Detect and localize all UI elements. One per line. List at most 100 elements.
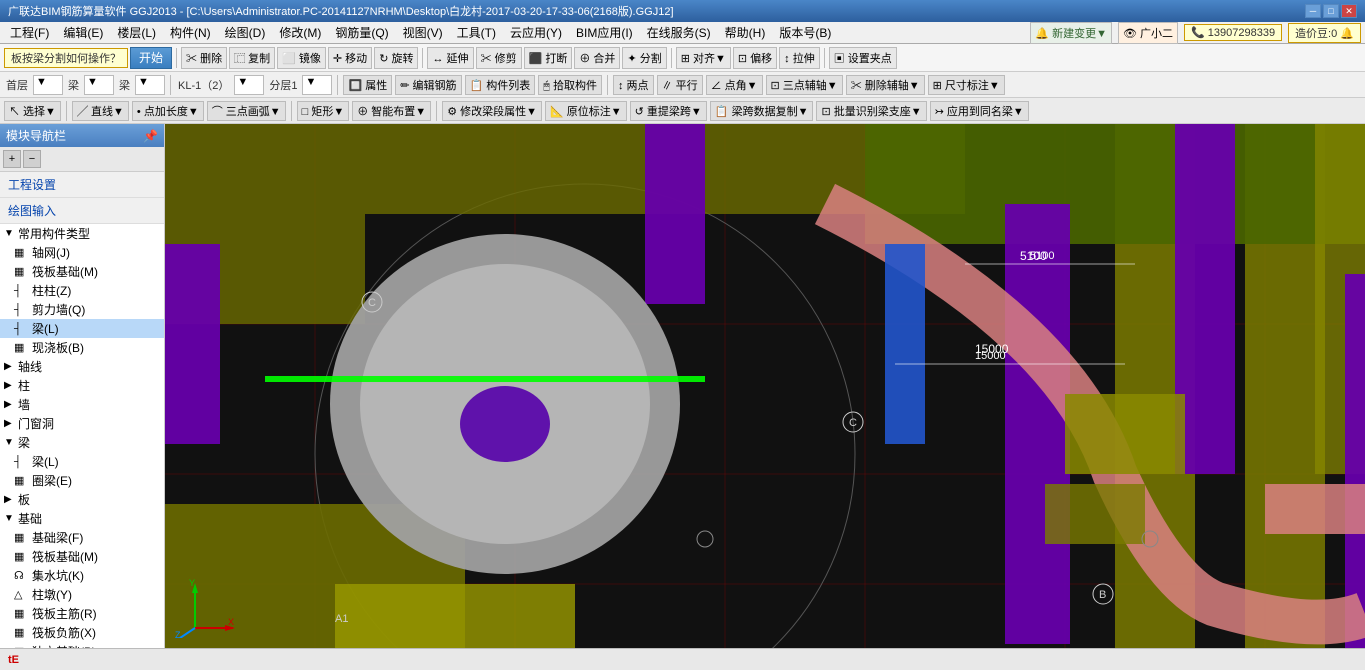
tree-column-pier[interactable]: △ 柱墩(Y) [0,585,164,604]
close-button[interactable]: ✕ [1341,4,1357,18]
dim-note-button[interactable]: ⊞ 尺寸标注▼ [928,75,1005,95]
new-change-button[interactable]: 🔔 新建变更▼ [1030,22,1112,44]
scene-number-5100: 5100 [1020,249,1047,263]
tree-column-category[interactable]: ▶ 柱 [0,376,164,395]
tree-raft-neg-rebar[interactable]: ▦ 筏板负筋(X) [0,623,164,642]
tree-door-window[interactable]: ▶ 门窗洞 [0,414,164,433]
layer-label: 分层1 [267,77,299,93]
raft-neg-icon: ▦ [14,626,30,639]
shear-wall-icon: ┤ [14,304,30,316]
menu-version[interactable]: 版本号(B) [773,22,837,43]
menu-gong-cheng[interactable]: 工程(F) [4,22,55,43]
tree-axis[interactable]: ▶ 轴线 [0,357,164,376]
tree-raft-foundation-common[interactable]: ▦ 筏板基础(M) [0,262,164,281]
three-point-aux-button[interactable]: ⊡ 三点辅轴▼ [766,75,843,95]
sidebar-add-icon[interactable]: + [3,150,21,168]
original-note-button[interactable]: 📐 原位标注▼ [545,101,627,121]
rect-button[interactable]: □ 矩形▼ [297,101,350,121]
delete-aux-button[interactable]: ✂ 删除辅轴▼ [846,75,925,95]
menu-yun-ying-yong[interactable]: 云应用(Y) [504,22,568,43]
drawing-input-link[interactable]: 绘图输入 [0,198,164,224]
copy-button[interactable]: ⿸ 复制 [229,47,275,69]
layer-dropdown[interactable]: ▼ [302,75,332,95]
re-extract-span-button[interactable]: ↺ 重提梁跨▼ [630,101,707,121]
menu-bian-ji[interactable]: 编辑(E) [57,22,109,43]
member-list-button[interactable]: 📋 构件列表 [465,75,536,95]
tree-raft-main-rebar[interactable]: ▦ 筏板主筋(R) [0,604,164,623]
offset-button[interactable]: ⊡ 偏移 [733,47,777,69]
tree-beam-common[interactable]: ┤ 梁(L) [0,319,164,338]
menu-shi-tu[interactable]: 视图(V) [397,22,449,43]
beam-icon: ┤ [14,323,30,335]
three-point-arc-button[interactable]: ⌒ 三点画弧▼ [207,101,286,121]
two-point-button[interactable]: ↕ 两点 [613,75,654,95]
break-button[interactable]: ⬛ 打断 [524,47,573,69]
member-category-dropdown[interactable]: ▼ [84,75,114,95]
tree-cast-slab[interactable]: ▦ 现浇板(B) [0,338,164,357]
rotate-button[interactable]: ↻ 旋转 [374,47,418,69]
start-button[interactable]: 开始 [130,47,172,69]
select-button[interactable]: ↖ 选择▼ [4,101,61,121]
svg-text:Y: Y [189,578,195,588]
floor-dropdown[interactable]: ▼ [33,75,63,95]
menu-bim[interactable]: BIM应用(I) [570,22,639,43]
tree-shear-wall[interactable]: ┤ 剪力墙(Q) [0,300,164,319]
split-button[interactable]: ✦ 分割 [622,47,666,69]
copy-span-data-button[interactable]: 📋 梁跨数据复制▼ [710,101,814,121]
menu-help[interactable]: 帮助(H) [719,22,772,43]
tree-axis-net[interactable]: ▦ 轴网(J) [0,243,164,262]
slab-icon: ▦ [14,341,30,354]
kl-dropdown[interactable]: ▼ [234,75,264,95]
menu-gou-jian[interactable]: 构件(N) [164,22,217,43]
trim-button[interactable]: ✂ 修剪 [476,47,522,69]
sidebar-pin-icon[interactable]: 📌 [143,129,158,143]
menu-lou-ceng[interactable]: 楼层(L) [111,22,162,43]
sep4 [824,48,825,68]
tree-isolated-fnd[interactable]: ▦ 独立基础(P) [0,642,164,648]
tree-common-types[interactable]: ▼ 常用构件类型 [0,224,164,243]
sidebar-minus-icon[interactable]: − [23,150,41,168]
tree-beam-category[interactable]: ▼ 梁 [0,433,164,452]
point-length-button[interactable]: • 点加长度▼ [132,101,204,121]
tree-ring-beam[interactable]: ▦ 圈梁(E) [0,471,164,490]
extend-button[interactable]: ↔ 延伸 [427,47,473,69]
tree-foundation-category[interactable]: ▼ 基础 [0,509,164,528]
menu-gong-ju[interactable]: 工具(T) [451,22,502,43]
canvas-area[interactable]: 5100 15000 900 2400 3600 4500 C C B A [165,124,1365,648]
edit-rebar-button[interactable]: ✏ 编辑钢筋 [395,75,461,95]
menu-xiu-gai[interactable]: 修改(M) [273,22,327,43]
project-settings-link[interactable]: 工程设置 [0,172,164,198]
tree-raft-foundation[interactable]: ▦ 筏板基础(M) [0,547,164,566]
menu-hui-tu[interactable]: 绘图(D) [219,22,272,43]
parallel-button[interactable]: ∥ 平行 [657,75,703,95]
scene-number-15000: 15000 [975,342,1008,356]
tree-slab-category[interactable]: ▶ 板 [0,490,164,509]
stretch-button[interactable]: ↕ 拉伸 [779,47,820,69]
menu-gang-jin[interactable]: 钢筋量(Q) [329,22,394,43]
smart-layout-button[interactable]: ⊕ 智能布置▼ [352,101,431,121]
tree-wall-category[interactable]: ▶ 墙 [0,395,164,414]
minimize-button[interactable]: ─ [1305,4,1321,18]
modify-seg-prop-button[interactable]: ⚙ 修改梁段属性▼ [442,101,542,121]
tree-column[interactable]: ┤ 柱柱(Z) [0,281,164,300]
tree-beam-l[interactable]: ┤ 梁(L) [0,452,164,471]
property-button[interactable]: 🔲 属性 [343,75,392,95]
align-button[interactable]: ⊞ 对齐▼ [676,47,731,69]
point-angle-button[interactable]: ∠ 点角▼ [706,75,763,95]
delete-button[interactable]: ✂ 删除 [181,47,227,69]
pick-member-button[interactable]: 🖱 拾取构件 [538,75,602,95]
set-clamp-button[interactable]: ▣ 设置夹点 [829,47,897,69]
menu-online[interactable]: 在线服务(S) [641,22,717,43]
guang-xiao-er-button[interactable]: 👁 广小二 [1118,22,1178,44]
mirror-button[interactable]: ⬜ 镜像 [277,47,326,69]
merge-button[interactable]: ⊕ 合并 [574,47,620,69]
maximize-button[interactable]: □ [1323,4,1339,18]
apply-same-name-button[interactable]: ↣ 应用到同名梁▼ [930,101,1029,121]
member-type-dropdown[interactable]: ▼ [135,75,165,95]
line-button[interactable]: ╱ 直线▼ [72,101,129,121]
batch-identify-button[interactable]: ⊡ 批量识别梁支座▼ [816,101,926,121]
svg-text:B: B [1099,589,1106,601]
tree-foundation-beam[interactable]: ▦ 基础梁(F) [0,528,164,547]
tree-sump[interactable]: ☊ 集水坑(K) [0,566,164,585]
move-button[interactable]: ✛ 移动 [328,47,372,69]
